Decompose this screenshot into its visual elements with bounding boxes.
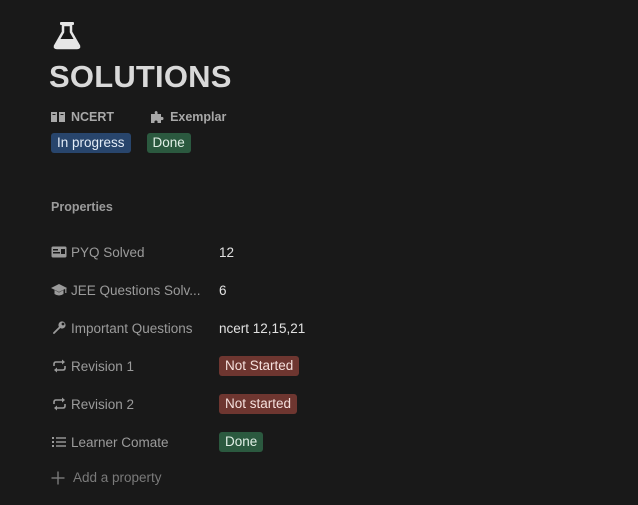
property-row-pyq-solved[interactable]: PYQ Solved 12 xyxy=(51,240,611,264)
relation-label: Exemplar xyxy=(170,110,227,124)
property-row-jee-questions[interactable]: JEE Questions Solv... 6 xyxy=(51,278,611,302)
add-property-button[interactable]: Add a property xyxy=(51,470,162,485)
property-name: JEE Questions Solv... xyxy=(71,282,201,298)
relation-exemplar[interactable]: Exemplar xyxy=(150,109,226,125)
status-badge[interactable]: Done xyxy=(219,432,264,452)
property-value[interactable]: Done xyxy=(219,432,264,452)
property-row-revision-2[interactable]: Revision 2 Not started xyxy=(51,392,611,416)
property-name: PYQ Solved xyxy=(71,244,145,260)
property-key[interactable]: Learner Comate xyxy=(51,434,219,450)
status-badge-in-progress[interactable]: In progress xyxy=(51,133,131,153)
property-row-important-questions[interactable]: Important Questions ncert 12,15,21 xyxy=(51,316,611,340)
property-row-learner-comate[interactable]: Learner Comate Done xyxy=(51,430,611,454)
relations-row: NCERT Exemplar xyxy=(51,109,226,125)
property-name: Important Questions xyxy=(71,320,193,336)
wrench-icon xyxy=(51,320,67,336)
status-badge[interactable]: Not Started xyxy=(219,356,300,376)
property-value[interactable]: Not started xyxy=(219,394,298,414)
property-key[interactable]: Important Questions xyxy=(51,320,219,336)
graduation-cap-icon xyxy=(51,282,67,298)
puzzle-icon xyxy=(151,111,164,123)
repeat-icon xyxy=(51,396,67,412)
property-key[interactable]: JEE Questions Solv... xyxy=(51,282,219,298)
repeat-icon xyxy=(51,358,67,374)
property-row-revision-1[interactable]: Revision 1 Not Started xyxy=(51,354,611,378)
property-name: Revision 1 xyxy=(71,358,135,374)
property-value[interactable]: 12 xyxy=(219,245,234,260)
status-badge-done[interactable]: Done xyxy=(146,133,191,153)
property-value[interactable]: ncert 12,15,21 xyxy=(219,321,305,336)
property-key[interactable]: PYQ Solved xyxy=(51,244,219,260)
properties-heading[interactable]: Properties xyxy=(51,200,113,214)
plus-icon xyxy=(51,471,65,484)
flask-icon[interactable] xyxy=(52,20,82,50)
property-name: Revision 2 xyxy=(71,396,135,412)
property-name: Learner Comate xyxy=(71,434,169,450)
property-key[interactable]: Revision 2 xyxy=(51,396,219,412)
property-value[interactable]: 6 xyxy=(219,283,227,298)
list-icon xyxy=(51,434,67,450)
property-key[interactable]: Revision 1 xyxy=(51,358,219,374)
add-property-label: Add a property xyxy=(73,470,162,485)
book-icon xyxy=(51,112,65,122)
relation-label: NCERT xyxy=(71,110,115,124)
property-value[interactable]: Not Started xyxy=(219,356,300,376)
relation-ncert[interactable]: NCERT xyxy=(51,109,114,125)
relation-status-row: In progress Done xyxy=(51,133,191,153)
page-title[interactable]: SOLUTIONS xyxy=(49,58,232,96)
id-card-icon xyxy=(51,244,67,260)
status-badge[interactable]: Not started xyxy=(219,394,298,414)
